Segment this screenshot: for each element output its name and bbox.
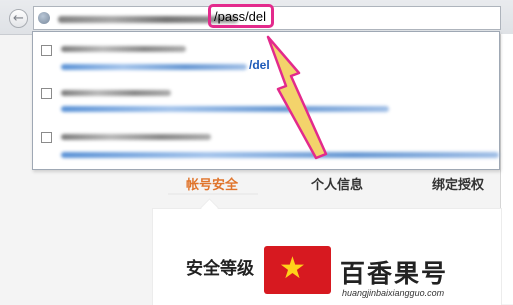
watermark-brand: 百香果号: [340, 259, 449, 288]
star-swoosh-icon: ★: [279, 251, 306, 286]
watermark-url: huangjinbaixiangguo.com: [342, 288, 445, 298]
